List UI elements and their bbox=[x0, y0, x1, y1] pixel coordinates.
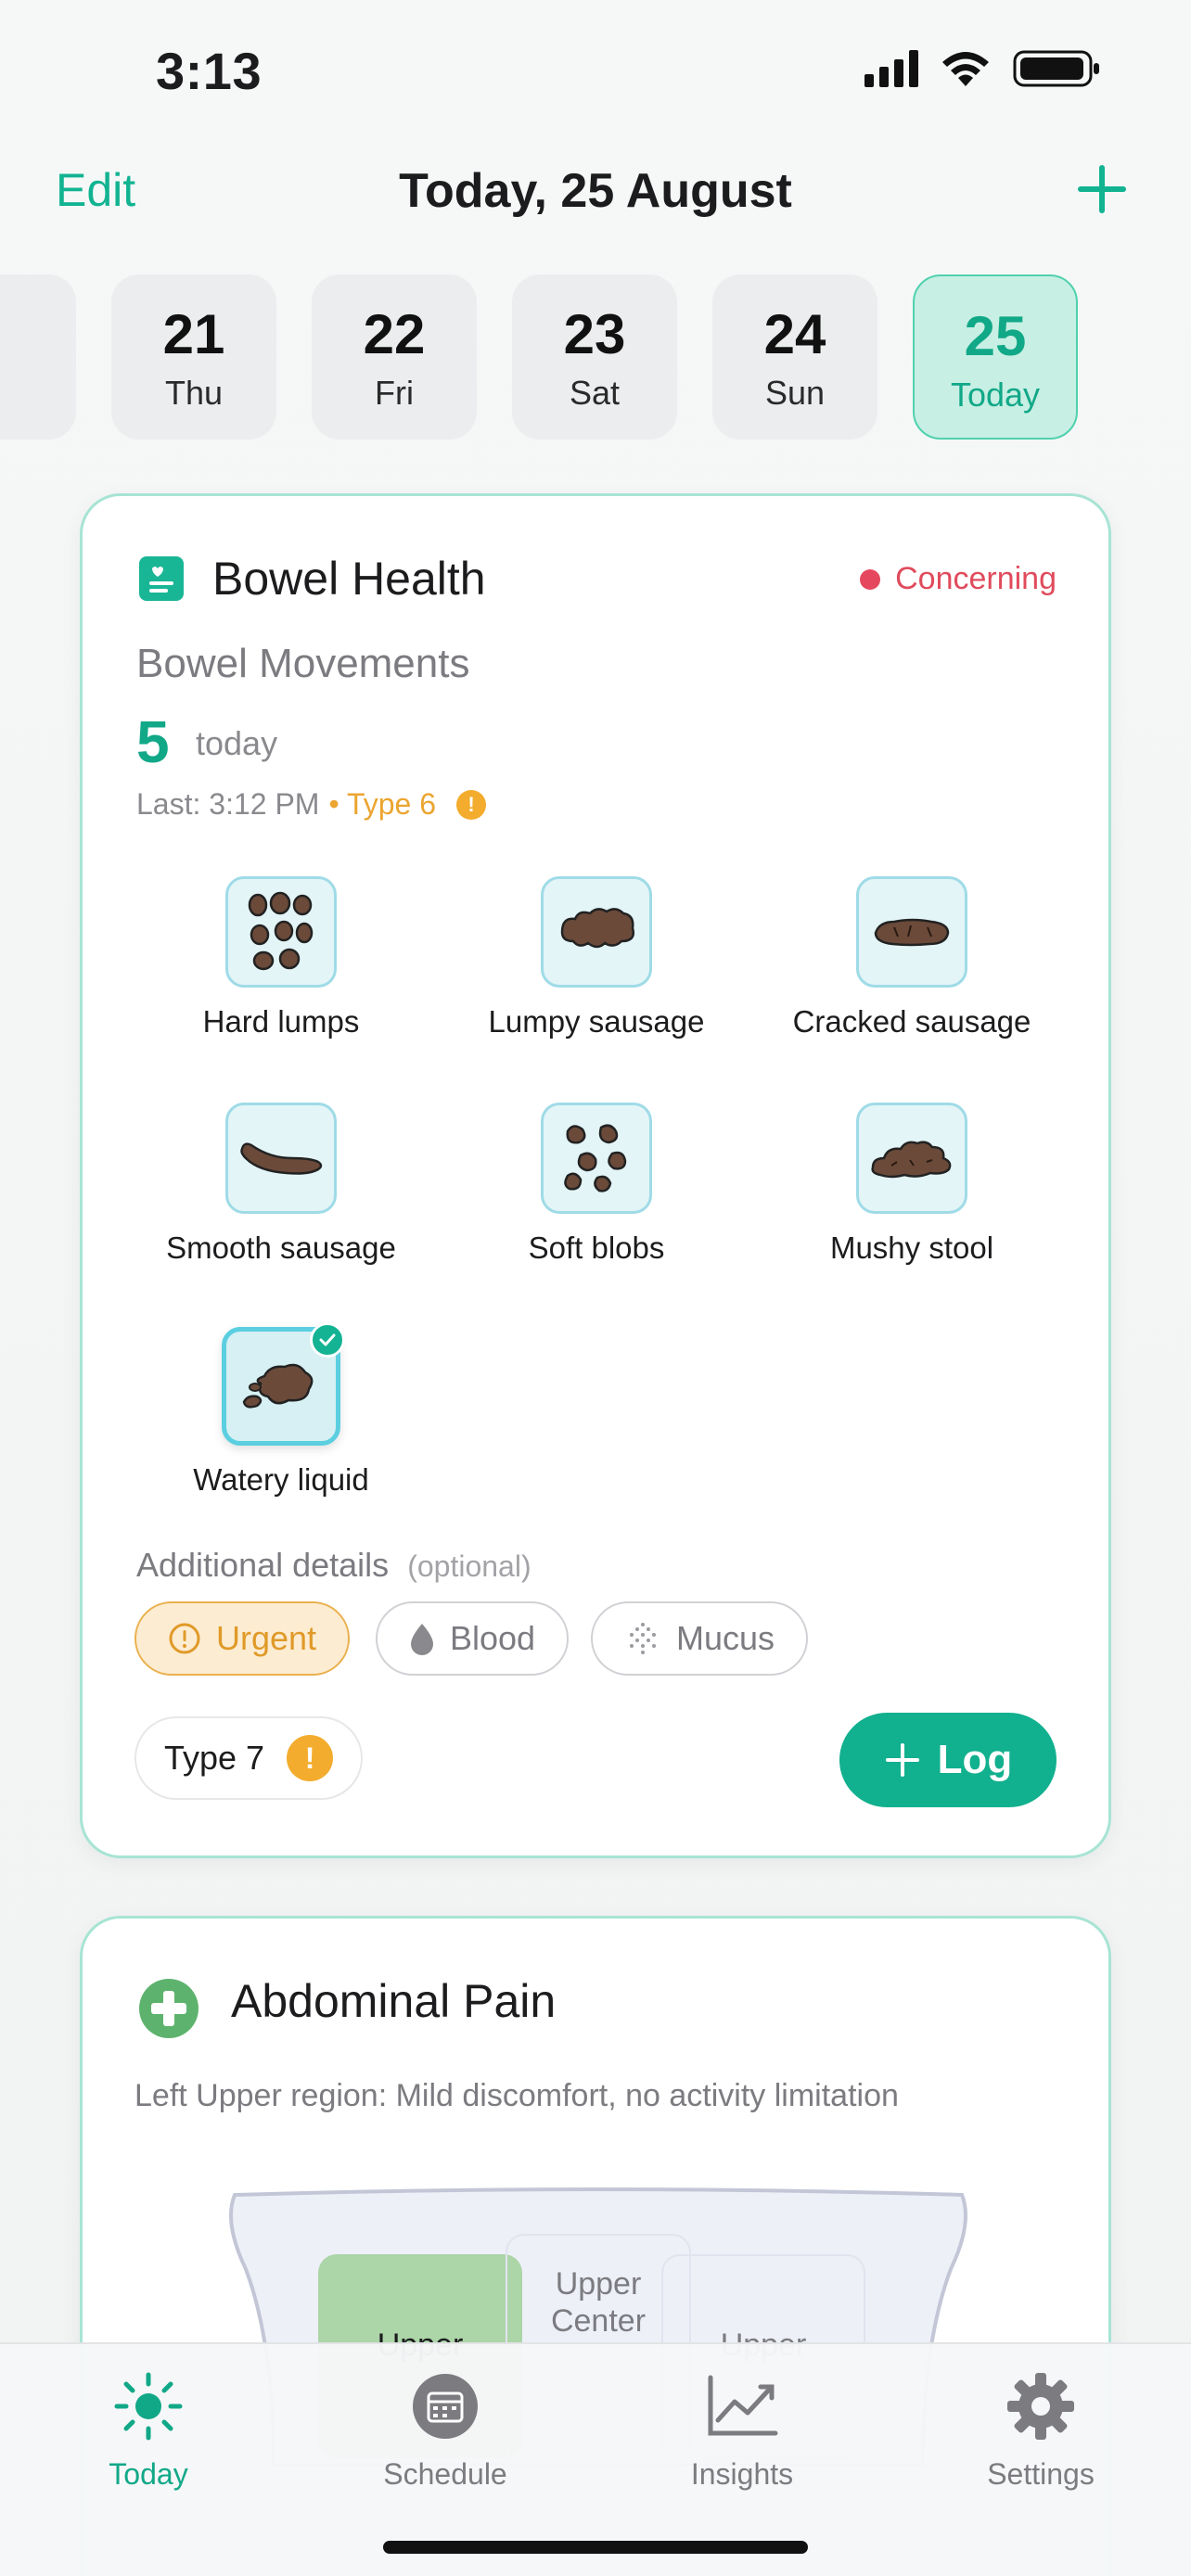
region-label: Center bbox=[550, 2303, 647, 2339]
tab-insights[interactable]: Insights bbox=[649, 2365, 835, 2492]
date-card-today[interactable]: 25 Today bbox=[913, 274, 1078, 440]
optional-label: (optional) bbox=[407, 1549, 531, 1583]
count-unit: today bbox=[196, 724, 278, 762]
mucus-chip[interactable]: Mucus bbox=[591, 1601, 809, 1676]
plus-icon bbox=[885, 1743, 919, 1777]
bowel-health-icon bbox=[139, 556, 184, 601]
last-type: • Type 6 bbox=[328, 787, 437, 821]
stool-option-mushy-stool[interactable]: Mushy stool bbox=[763, 1103, 1060, 1266]
stool-label: Soft blobs bbox=[528, 1231, 665, 1265]
medical-cross-icon bbox=[139, 1979, 198, 2038]
status-badge: Concerning bbox=[860, 561, 1057, 597]
stool-label: Watery liquid bbox=[193, 1462, 369, 1497]
tab-schedule[interactable]: Schedule bbox=[352, 2365, 538, 2492]
wifi-icon bbox=[942, 52, 989, 86]
date-number: 21 bbox=[162, 303, 225, 365]
tab-settings[interactable]: Settings bbox=[948, 2365, 1133, 2492]
region-label: Upper bbox=[555, 2266, 642, 2302]
log-label: Log bbox=[937, 1737, 1013, 1782]
stool-option-soft-blobs[interactable]: Soft blobs bbox=[448, 1103, 745, 1266]
tab-label: Settings bbox=[987, 2457, 1095, 2491]
details-label-text: Additional details bbox=[136, 1546, 390, 1584]
urgent-chip[interactable]: Urgent bbox=[134, 1601, 351, 1676]
checkmark-icon bbox=[310, 1322, 345, 1358]
alert-circle-icon bbox=[169, 1623, 200, 1654]
date-day: Fri bbox=[375, 374, 414, 412]
last-movement: Last: 3:12 PM • Type 6 ! bbox=[136, 787, 487, 822]
stool-label: Hard lumps bbox=[202, 1004, 360, 1039]
nav-header: Edit Today, 25 August bbox=[0, 156, 1191, 230]
date-number: 25 bbox=[964, 305, 1027, 367]
warning-icon: ! bbox=[287, 1735, 334, 1781]
home-indicator[interactable] bbox=[383, 2541, 808, 2554]
stool-option-cracked-sausage[interactable]: Cracked sausage bbox=[763, 876, 1060, 1039]
additional-details-label: Additional details (optional) bbox=[136, 1546, 531, 1585]
date-number: 23 bbox=[563, 303, 626, 365]
tab-label: Insights bbox=[690, 2457, 794, 2491]
cracked-sausage-icon bbox=[856, 876, 967, 988]
chart-trend-icon bbox=[708, 2375, 778, 2436]
date-card-previous[interactable] bbox=[0, 274, 76, 440]
gear-icon bbox=[1007, 2373, 1074, 2440]
cellular-signal-icon bbox=[864, 50, 918, 87]
calendar-icon bbox=[413, 2374, 478, 2439]
stool-option-lumpy-sausage[interactable]: Lumpy sausage bbox=[448, 876, 745, 1039]
stool-label: Cracked sausage bbox=[792, 1004, 1031, 1039]
tab-label: Today bbox=[109, 2457, 188, 2491]
tab-label: Schedule bbox=[383, 2457, 507, 2491]
hard-lumps-icon bbox=[225, 876, 337, 988]
movement-count: 5 bbox=[136, 708, 170, 775]
stool-label: Mushy stool bbox=[829, 1231, 994, 1265]
log-button[interactable]: Log bbox=[839, 1713, 1057, 1807]
date-strip: 21 Thu 22 Fri 23 Sat 24 Sun 25 Today bbox=[0, 274, 1191, 441]
chip-label: Mucus bbox=[676, 1619, 775, 1657]
chip-label: Blood bbox=[450, 1619, 536, 1657]
status-dot bbox=[860, 568, 881, 590]
sun-icon bbox=[114, 2372, 183, 2441]
date-day: Sun bbox=[764, 374, 826, 412]
date-card-22[interactable]: 22 Fri bbox=[312, 274, 477, 440]
date-card-24[interactable]: 24 Sun bbox=[712, 274, 877, 440]
stool-label: Smooth sausage bbox=[166, 1231, 396, 1265]
date-number: 24 bbox=[763, 303, 826, 365]
date-card-21[interactable]: 21 Thu bbox=[111, 274, 276, 440]
date-day: Today bbox=[950, 376, 1041, 414]
stool-label: Lumpy sausage bbox=[488, 1004, 705, 1039]
date-number: 22 bbox=[363, 303, 426, 365]
soft-blobs-icon bbox=[541, 1103, 652, 1214]
add-icon[interactable] bbox=[1076, 163, 1128, 215]
stool-option-smooth-sausage[interactable]: Smooth sausage bbox=[133, 1103, 429, 1266]
date-day: Sat bbox=[569, 374, 621, 412]
lumpy-sausage-icon bbox=[541, 876, 652, 988]
last-time: Last: 3:12 PM bbox=[136, 787, 320, 821]
type-pill-label: Type 7 bbox=[164, 1739, 265, 1777]
status-bar: 3:13 bbox=[0, 0, 1191, 139]
bowel-health-card: Bowel Health Concerning Bowel Movements … bbox=[80, 493, 1111, 1858]
watery-liquid-icon bbox=[222, 1322, 345, 1446]
mucus-dots-icon bbox=[630, 1623, 656, 1654]
status-time: 3:13 bbox=[156, 42, 263, 100]
card-title: Bowel Health bbox=[212, 553, 486, 605]
tab-today[interactable]: Today bbox=[56, 2365, 241, 2492]
warning-icon: ! bbox=[456, 789, 487, 820]
page-title: Today, 25 August bbox=[399, 164, 792, 218]
selected-type-pill: Type 7 ! bbox=[134, 1716, 364, 1800]
blood-chip[interactable]: Blood bbox=[376, 1601, 570, 1676]
pain-description: Left Upper region: Mild discomfort, no a… bbox=[134, 2078, 899, 2113]
smooth-sausage-icon bbox=[225, 1103, 337, 1214]
status-icons bbox=[864, 48, 1102, 89]
stool-option-watery-liquid[interactable]: Watery liquid bbox=[133, 1322, 429, 1498]
date-day: Thu bbox=[164, 374, 224, 412]
drop-icon bbox=[411, 1624, 433, 1655]
chip-label: Urgent bbox=[216, 1619, 317, 1657]
battery-icon bbox=[1013, 50, 1099, 87]
stool-option-hard-lumps[interactable]: Hard lumps bbox=[133, 876, 429, 1039]
section-label: Bowel Movements bbox=[136, 641, 470, 686]
status-text: Concerning bbox=[895, 561, 1057, 596]
mushy-stool-icon bbox=[856, 1103, 967, 1214]
date-card-23[interactable]: 23 Sat bbox=[512, 274, 677, 440]
card-title: Abdominal Pain bbox=[231, 1975, 557, 2027]
